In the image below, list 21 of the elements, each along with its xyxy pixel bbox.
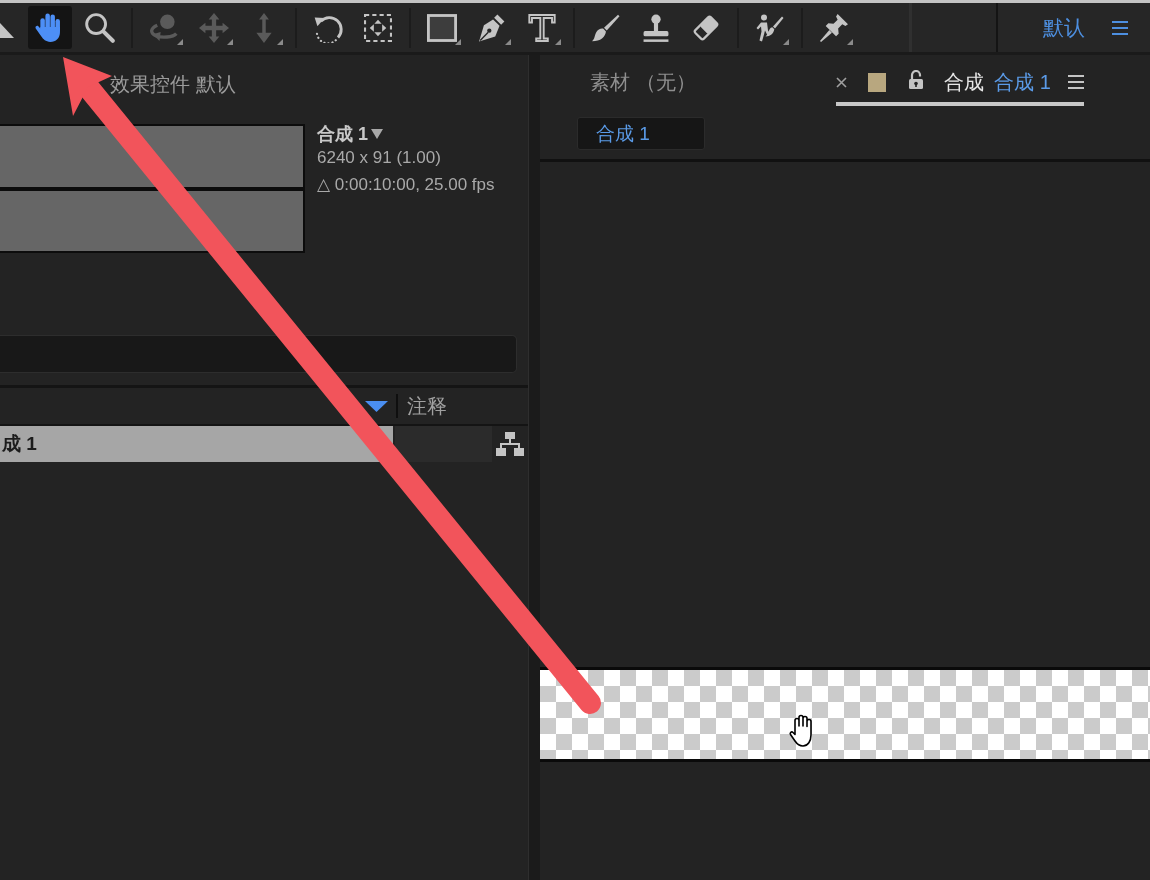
- column-header[interactable]: 注释: [407, 393, 447, 419]
- panel-tab[interactable]: 合成 合成 1: [836, 62, 1084, 106]
- search-field[interactable]: [0, 335, 517, 373]
- composition-details: 6240 x 91 (1.00): [317, 147, 442, 169]
- composition-name: 合成 1: [317, 124, 368, 144]
- project-item[interactable]: 成 1: [0, 426, 393, 462]
- lock-icon[interactable]: [908, 70, 925, 90]
- menu-icon[interactable]: [1068, 75, 1084, 89]
- panel-splitter[interactable]: [529, 55, 540, 880]
- panel-tab[interactable]: 效果控件 默认: [110, 70, 236, 97]
- menu-icon[interactable]: [1112, 20, 1128, 35]
- flowchart-icon[interactable]: [496, 432, 524, 456]
- sort-caret-icon[interactable]: [365, 400, 388, 412]
- close-icon[interactable]: [836, 76, 848, 88]
- panel-tab[interactable]: 素材 （无）: [590, 62, 696, 106]
- label-swatch-icon[interactable]: [868, 72, 887, 92]
- composition-details: △ 0:00:10:00, 25.00 fps: [317, 174, 495, 196]
- tool-button[interactable]: [28, 6, 72, 49]
- dropdown-caret-icon[interactable]: [371, 129, 383, 139]
- workspace-tab[interactable]: 默认: [1043, 14, 1085, 41]
- breadcrumb-button[interactable]: 合成 1: [577, 117, 705, 150]
